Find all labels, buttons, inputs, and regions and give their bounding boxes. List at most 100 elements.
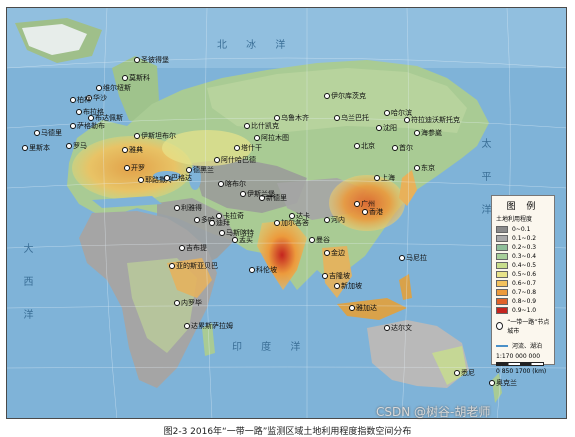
legend-class-row: 0.7~0.8 — [496, 288, 554, 297]
legend-swatch — [496, 307, 508, 314]
legend-class-label: 0.7~0.8 — [512, 289, 537, 296]
city-node-icon — [454, 370, 460, 376]
city-label: 比什凯克 — [251, 122, 279, 130]
city-label: 新加坡 — [341, 282, 362, 290]
city-node-icon — [214, 157, 220, 163]
scale-ratio: 1:170 000 000 — [496, 353, 541, 360]
city-node-icon — [194, 217, 200, 223]
city-label: 维尔纽斯 — [103, 84, 131, 92]
ocean-label-pacific: 太 平 洋 — [479, 138, 490, 225]
city-node-icon — [392, 145, 398, 151]
city-label: 雅典 — [129, 146, 143, 154]
legend-scale: 河流、湖泊 1:170 000 000 0 850 1700 (km) — [496, 341, 554, 375]
legend-swatch — [496, 262, 508, 269]
legend-class-row: 0.8~0.9 — [496, 297, 554, 306]
city-label: 海参崴 — [421, 129, 442, 137]
city-label: 广州 — [361, 200, 375, 208]
city-label: 圣彼得堡 — [141, 56, 169, 64]
city-node-icon — [322, 273, 328, 279]
ocean-label-arctic: 北 冰 洋 — [217, 40, 294, 51]
city-node-icon — [96, 85, 102, 91]
city-node-icon — [124, 165, 130, 171]
city-node-icon — [399, 255, 405, 261]
legend-class-row: 0.6~0.7 — [496, 279, 554, 288]
city-node-icon — [384, 325, 390, 331]
city-label: 乌兰巴托 — [341, 114, 369, 122]
city-label: 罗马 — [73, 142, 87, 150]
city-node-icon — [22, 145, 28, 151]
city-label: 香港 — [369, 208, 383, 216]
city-label: 利雅得 — [181, 204, 202, 212]
city-node-icon — [349, 305, 355, 311]
city-label: 华沙 — [93, 94, 107, 102]
legend-swatch — [496, 253, 508, 260]
legend-class-row: 0.2~0.3 — [496, 243, 554, 252]
city-node-icon — [179, 245, 185, 251]
city-node-icon — [134, 57, 140, 63]
city-label: 塔什干 — [241, 144, 262, 152]
scale-ticks: 0 850 1700 (km) — [496, 368, 547, 375]
city-node-icon — [209, 220, 215, 226]
city-label: 达尔文 — [391, 324, 412, 332]
legend-class-row: 0.9~1.0 — [496, 306, 554, 315]
city-label: 阿拉木图 — [261, 134, 289, 142]
city-node-icon — [70, 123, 76, 129]
ocean-label-indian: 印 度 洋 — [232, 342, 309, 353]
city-node-icon — [354, 143, 360, 149]
legend-subtitle: 土地利用程度 — [496, 216, 533, 223]
city-node-icon — [309, 237, 315, 243]
watermark: CSDN @树谷-胡老师 — [376, 405, 491, 419]
city-label: 莫斯科 — [129, 74, 150, 82]
city-node-icon — [122, 75, 128, 81]
legend-class-row: 0.3~0.4 — [496, 252, 554, 261]
legend-node-row: “一带一路”节点城市 — [496, 319, 554, 335]
city-node-icon — [122, 147, 128, 153]
node-city-symbol-icon — [496, 322, 504, 330]
city-node-icon — [186, 167, 192, 173]
city-label: 加尔各答 — [281, 219, 309, 227]
city-label: 德黑兰 — [193, 166, 214, 174]
scale-bar — [496, 362, 544, 366]
city-node-icon — [174, 300, 180, 306]
legend-class-row: 0~0.1 — [496, 225, 554, 234]
legend-title: 图 例 — [506, 202, 540, 212]
legend-swatch — [496, 289, 508, 296]
city-label: 马尼拉 — [406, 254, 427, 262]
legend-class-list: 0~0.1 0.1~0.2 0.2~0.3 0.3~0.4 0.4~0.5 0.5~0.6… — [492, 225, 554, 315]
city-node-icon — [374, 175, 380, 181]
legend-class-label: 0.4~0.5 — [512, 262, 537, 269]
city-node-icon — [76, 109, 82, 115]
city-label: 首尔 — [399, 144, 413, 152]
city-label: 亚的斯亚贝巴 — [176, 262, 218, 270]
city-label: 金边 — [331, 249, 345, 257]
legend-class-label: 0.6~0.7 — [512, 280, 537, 287]
city-label: 东京 — [421, 164, 435, 172]
city-label: 沈阳 — [383, 124, 397, 132]
legend-class-label: 0.8~0.9 — [512, 298, 537, 305]
city-label: 北京 — [361, 142, 375, 150]
ocean-label-atlantic: 大 西 洋 — [21, 243, 32, 330]
city-label: 内罗毕 — [181, 299, 202, 307]
city-label: 马德里 — [41, 129, 62, 137]
legend-class-label: 0.1~0.2 — [512, 235, 537, 242]
city-label: 曼谷 — [316, 236, 330, 244]
city-label: 哈尔滨 — [391, 109, 412, 117]
legend-swatch — [496, 298, 508, 305]
map-legend: 图 例 土地利用程度 0~0.1 0.1~0.2 0.2~0.3 0.3~0.4 0.4… — [491, 195, 555, 375]
legend-swatch — [496, 280, 508, 287]
legend-water-label: 河流、湖泊 — [512, 343, 543, 350]
legend-class-row: 0.5~0.6 — [496, 270, 554, 279]
map-frame: 北 冰 洋 大 西 洋 印 度 洋 太 平 洋 圣彼得堡 莫斯科 维尔纽斯 华沙 柏林布… — [6, 7, 567, 419]
city-label: 迪拜 — [216, 219, 230, 227]
city-node-icon — [324, 217, 330, 223]
city-label: 伊斯兰堡 — [247, 190, 275, 198]
city-node-icon — [240, 191, 246, 197]
city-node-icon — [414, 130, 420, 136]
legend-class-label: 0~0.1 — [512, 226, 531, 233]
city-node-icon — [244, 123, 250, 129]
city-node-icon — [274, 220, 280, 226]
city-node-icon — [138, 177, 144, 183]
city-node-icon — [219, 230, 225, 236]
city-label: 伊斯坦布尔 — [141, 132, 176, 140]
city-node-icon — [362, 209, 368, 215]
